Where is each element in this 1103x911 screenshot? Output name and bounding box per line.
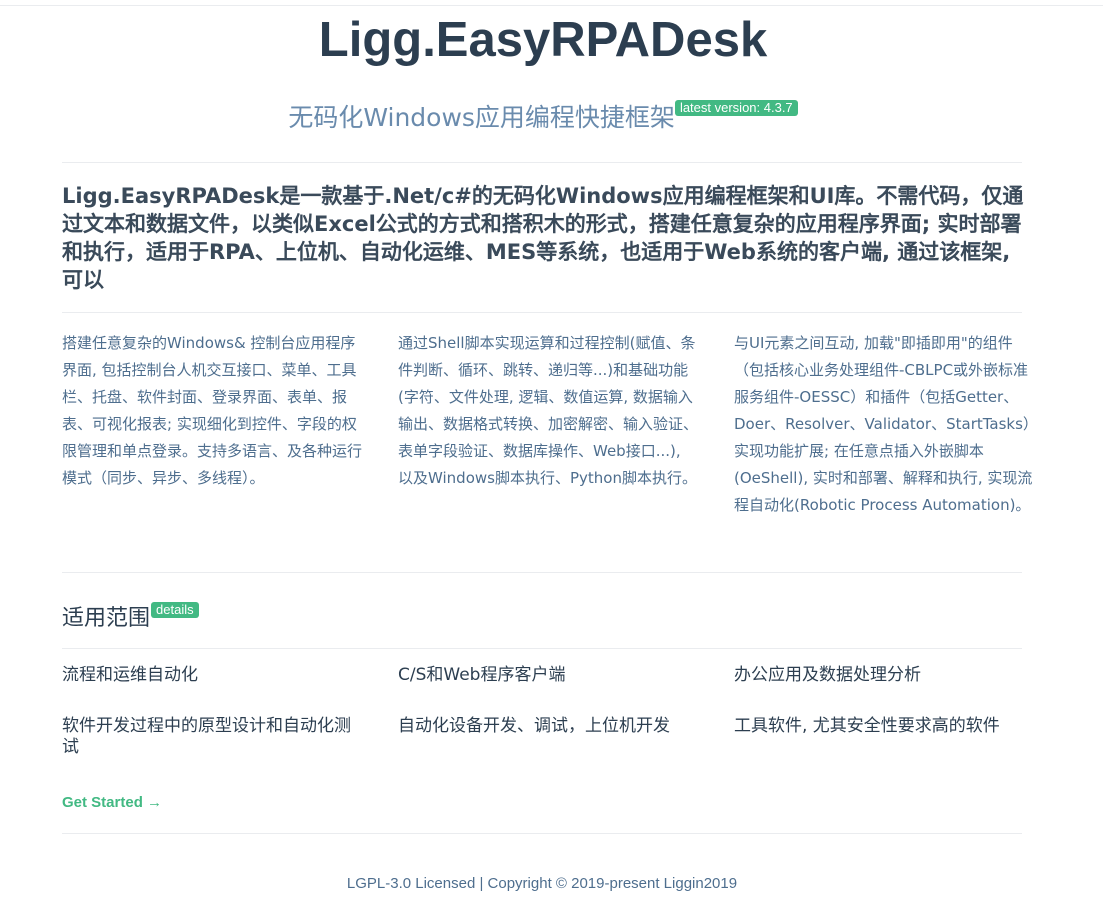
feature-2: 通过Shell脚本实现运算和过程控制(赋值、条件判断、循环、跳转、递归等...)… (398, 334, 699, 487)
hero-description: 无码化Windows应用编程快捷框架 latest version: 4.3.7 (0, 100, 1086, 136)
divider (62, 572, 1022, 573)
get-started-link[interactable]: Get Started → (62, 794, 162, 811)
scope-item: 流程和运维自动化 (62, 665, 198, 685)
scope-item: 办公应用及数据处理分析 (734, 665, 921, 685)
feature-1: 搭建任意复杂的Windows& 控制台应用程序界面, 包括控制台人机交互接口、菜… (62, 334, 363, 487)
divider (62, 648, 1022, 649)
version-badge: latest version: 4.3.7 (674, 100, 798, 116)
divider (62, 312, 1022, 313)
scope-item: 自动化设备开发、调试，上位机开发 (398, 716, 670, 736)
divider (62, 162, 1022, 163)
scope-item: 软件开发过程中的原型设计和自动化测试 (62, 716, 351, 757)
scope-item: 工具软件, 尤其安全性要求高的软件 (734, 716, 1000, 736)
footer-text: LGPL-3.0 Licensed | Copyright © 2019-pre… (346, 875, 738, 892)
feature-3: 与UI元素之间互动, 加载"即插即用"的组件（包括核心业务处理组件-CBLPC或… (734, 334, 1033, 514)
hero-title: Ligg.EasyRPADesk (318, 13, 768, 67)
details-badge[interactable]: details (151, 602, 199, 618)
scope-heading: 适用范围 details (62, 600, 199, 632)
top-divider (0, 5, 1103, 6)
scope-item: C/S和Web程序客户端 (398, 665, 566, 685)
intro-text: Ligg.EasyRPADesk是一款基于.Net/c#的无码化Windows应… (62, 184, 1024, 292)
footer-divider (62, 833, 1022, 834)
hero-description-text: 无码化Windows应用编程快捷框架 (288, 103, 675, 132)
scope-heading-text: 适用范围 (62, 606, 151, 631)
